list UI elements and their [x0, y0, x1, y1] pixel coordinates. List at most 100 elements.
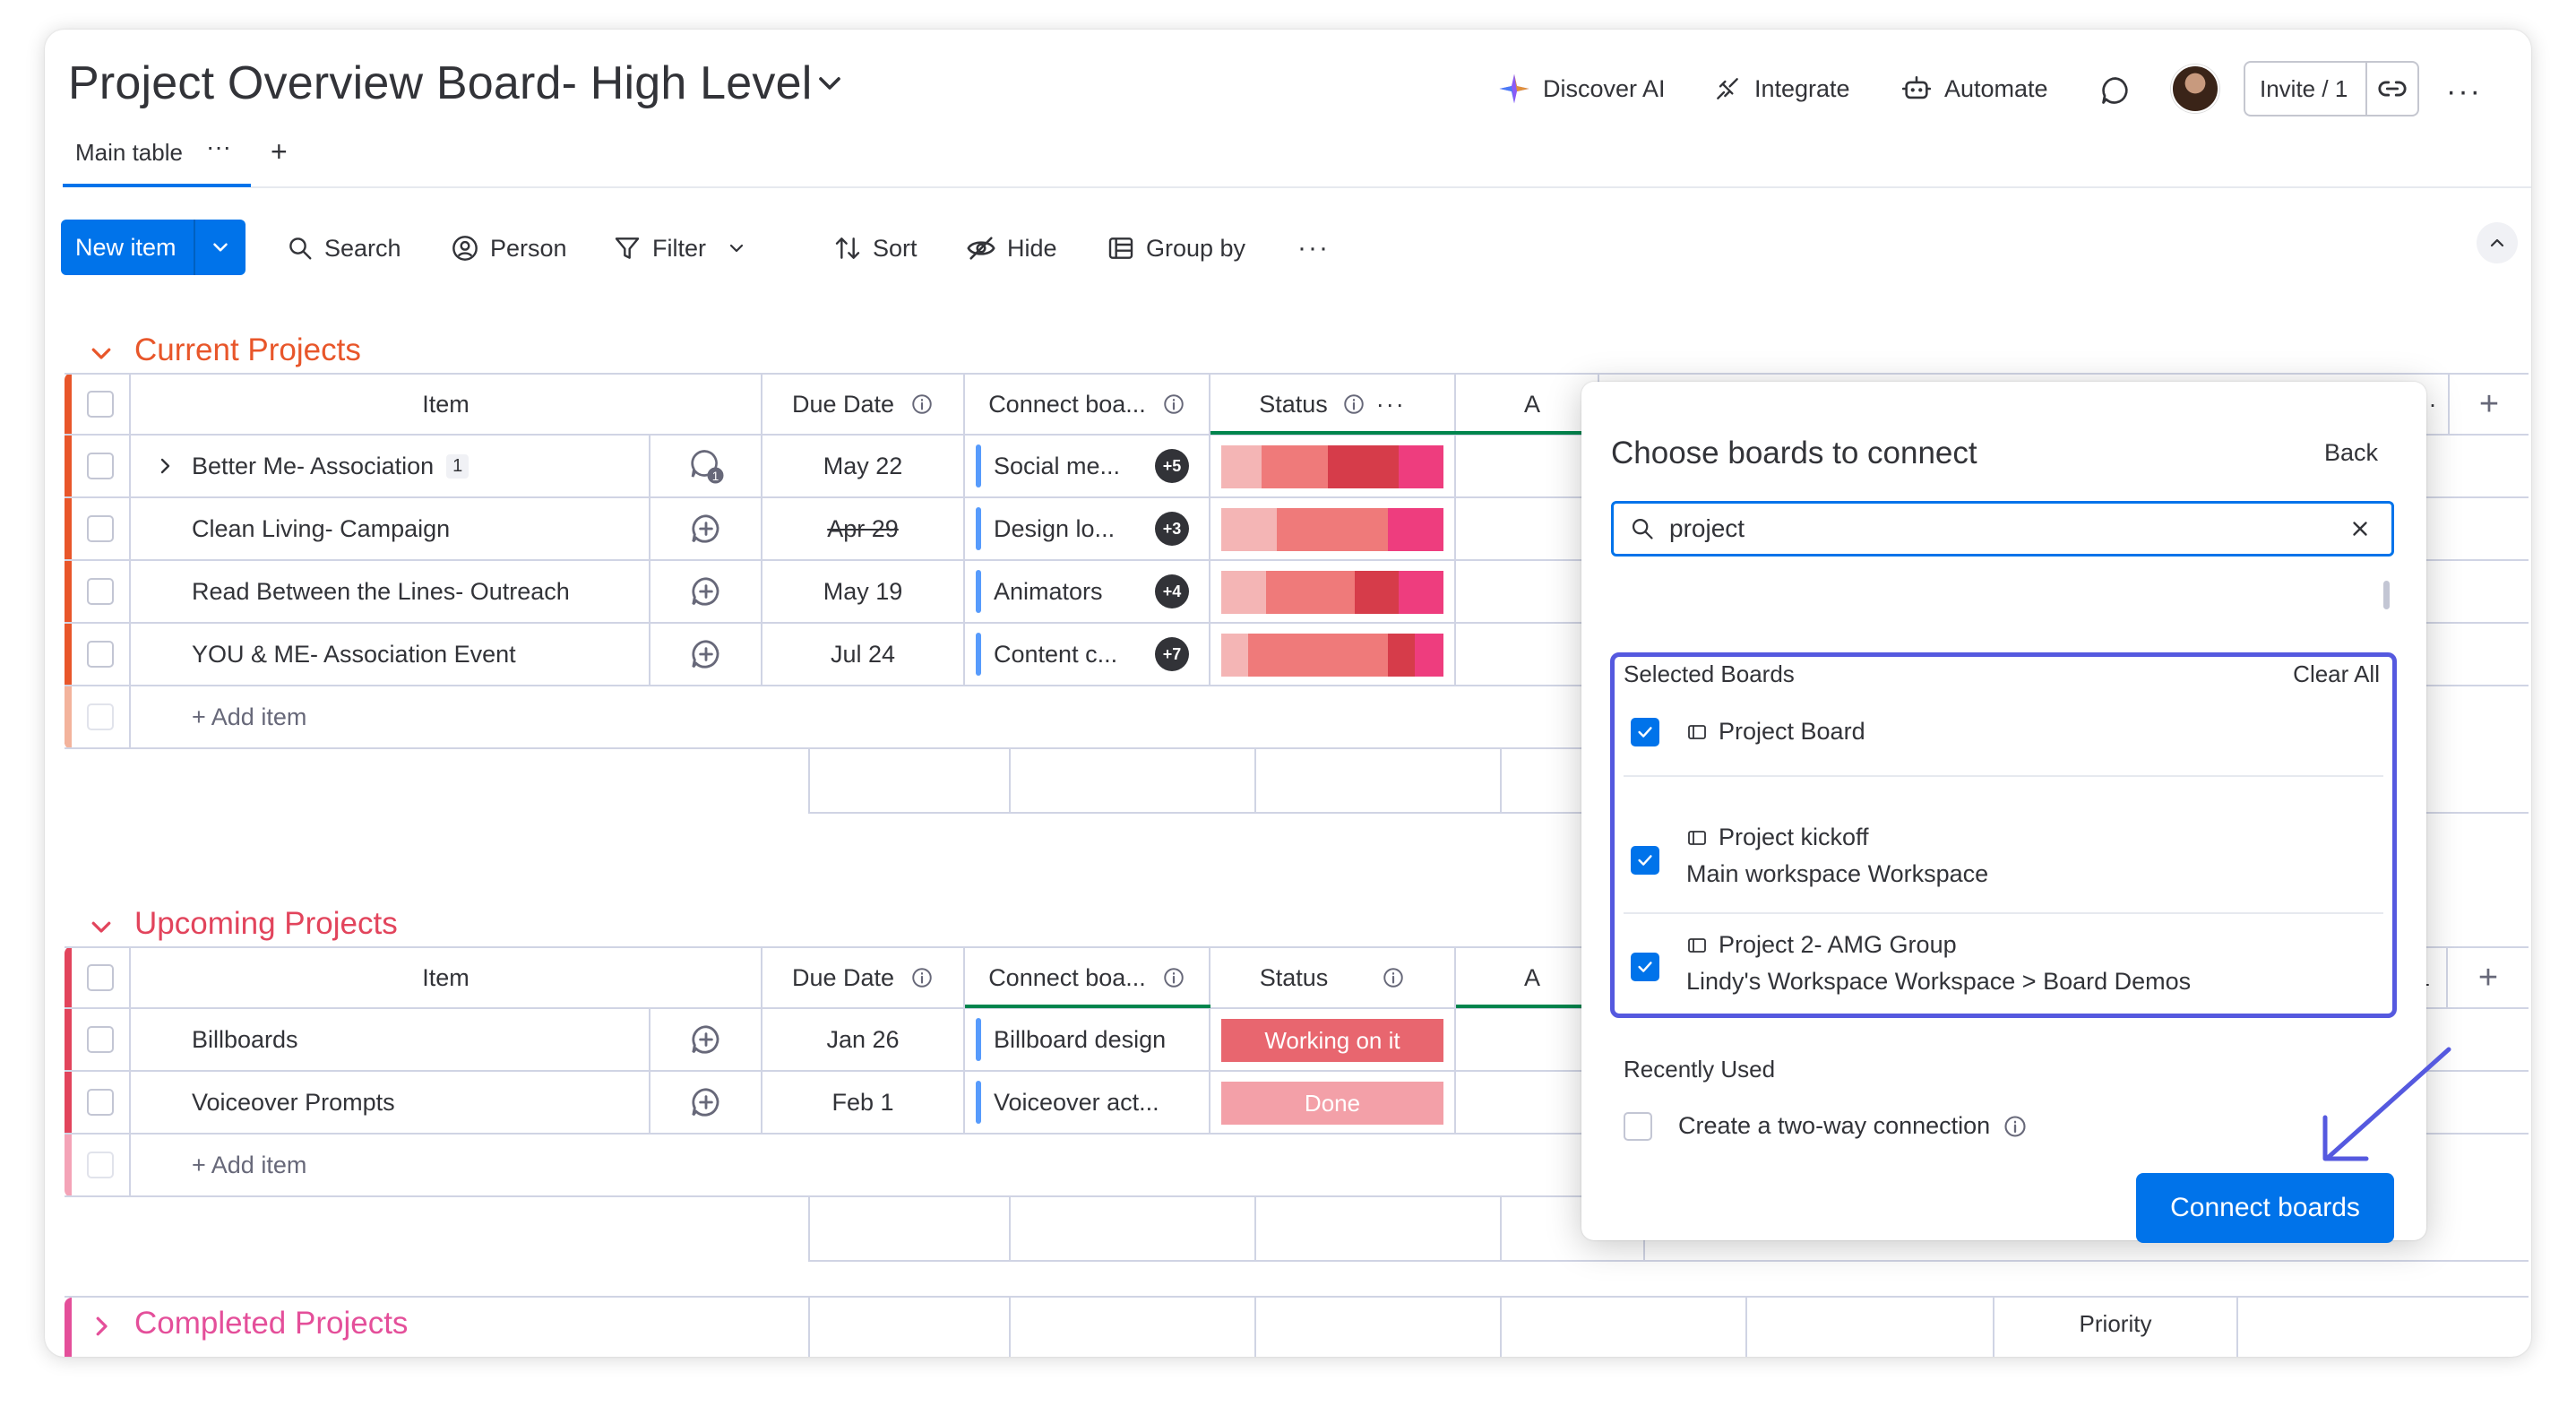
status-cell[interactable] [1210, 498, 1456, 559]
connect-cell[interactable]: Billboard design [965, 1009, 1210, 1070]
tab-options-icon[interactable]: ··· [206, 133, 231, 161]
info-icon[interactable] [1342, 393, 1366, 416]
group-expand-icon[interactable] [88, 1313, 115, 1340]
select-all-checkbox[interactable] [87, 964, 114, 991]
add-update-icon[interactable] [689, 512, 723, 546]
due-date-cell[interactable]: Feb 1 [762, 1072, 965, 1133]
collapse-header-button[interactable] [2477, 222, 2518, 263]
col-connect-header[interactable]: Connect boa... [965, 375, 1210, 434]
hide-button[interactable]: Hide [966, 229, 1057, 268]
item-cell[interactable]: Voiceover Prompts [131, 1072, 650, 1133]
add-column-icon[interactable]: + [2448, 375, 2529, 434]
subitem-count-badge[interactable]: 1 [446, 453, 470, 479]
connect-boards-button[interactable]: Connect boards [2136, 1173, 2394, 1243]
page-title[interactable]: Project Overview Board- High Level [68, 56, 812, 110]
connect-cell[interactable]: Animators +4 [965, 561, 1210, 622]
board-item[interactable]: Project Board [1686, 718, 1865, 746]
toolbar-more-icon[interactable]: ··· [1297, 229, 1330, 268]
two-way-checkbox[interactable] [1624, 1112, 1652, 1141]
group-collapse-icon[interactable] [88, 913, 115, 940]
clear-search-icon[interactable] [2348, 517, 2372, 540]
search-button[interactable]: Search [287, 229, 401, 268]
clear-all-button[interactable]: Clear All [2293, 660, 2380, 688]
status-cell[interactable]: Done [1210, 1072, 1456, 1133]
add-item-button[interactable]: + Add item [131, 1135, 1599, 1195]
status-cell[interactable]: Working on it [1210, 1009, 1456, 1070]
group-title-upcoming[interactable]: Upcoming Projects [134, 906, 398, 942]
invite-button[interactable]: Invite / 1 [2244, 61, 2419, 116]
more-connections-badge[interactable]: +3 [1155, 512, 1189, 546]
add-column-icon[interactable]: + [2448, 948, 2529, 1007]
due-date-cell[interactable]: Jul 24 [762, 624, 965, 685]
due-date-cell[interactable]: May 19 [762, 561, 965, 622]
new-item-dropdown[interactable] [195, 236, 246, 259]
avatar[interactable] [2171, 65, 2219, 113]
scrollbar[interactable] [2383, 581, 2390, 609]
info-icon[interactable] [910, 966, 934, 989]
conversation-count-icon[interactable]: 1 [687, 447, 725, 485]
person-filter-button[interactable]: Person [451, 229, 567, 268]
add-item-row[interactable]: + Add item [65, 1135, 1599, 1197]
board-search-input[interactable]: project [1611, 501, 2394, 557]
chevron-down-icon[interactable] [812, 65, 848, 101]
add-item-button[interactable]: + Add item [131, 686, 1599, 747]
automate-button[interactable]: Automate [1901, 71, 2048, 107]
connect-cell[interactable]: Social me... +5 [965, 436, 1210, 496]
more-connections-badge[interactable]: +4 [1155, 574, 1189, 608]
row-checkbox[interactable] [87, 641, 114, 668]
connect-cell[interactable]: Voiceover act... [965, 1072, 1210, 1133]
status-cell[interactable] [1210, 624, 1456, 685]
row-checkbox[interactable] [87, 1089, 114, 1116]
connect-cell[interactable]: Content c... +7 [965, 624, 1210, 685]
board-item[interactable]: Project 2- AMG Group [1686, 931, 1957, 959]
item-cell[interactable]: YOU & ME- Association Event [131, 624, 650, 685]
chevron-down-icon[interactable] [726, 237, 747, 259]
back-button[interactable]: Back [2324, 439, 2378, 467]
col-status-header[interactable]: Status ··· [1210, 375, 1456, 434]
info-icon[interactable] [2003, 1114, 2028, 1139]
updates-cell[interactable]: 1 [650, 436, 762, 496]
info-icon[interactable] [1382, 966, 1405, 989]
col-due-date-header[interactable]: Due Date [762, 948, 965, 1007]
due-date-cell[interactable]: May 22 [762, 436, 965, 496]
item-cell[interactable]: Read Between the Lines- Outreach [131, 561, 650, 622]
updates-cell[interactable] [650, 1072, 762, 1133]
board-checkbox[interactable] [1631, 718, 1659, 746]
add-view-icon[interactable]: + [271, 135, 288, 168]
group-title-current[interactable]: Current Projects [134, 332, 361, 368]
group-collapse-icon[interactable] [88, 340, 115, 367]
item-cell[interactable]: Billboards [131, 1009, 650, 1070]
updates-cell[interactable] [650, 498, 762, 559]
chevron-right-icon[interactable] [154, 455, 176, 477]
copy-link-button[interactable] [2367, 73, 2417, 104]
row-checkbox[interactable] [87, 515, 114, 542]
info-icon[interactable] [1162, 393, 1185, 416]
col-connect-header[interactable]: Connect boa... [965, 948, 1210, 1007]
board-checkbox[interactable] [1631, 846, 1659, 875]
group-by-button[interactable]: Group by [1107, 229, 1245, 268]
updates-cell[interactable] [650, 1009, 762, 1070]
info-icon[interactable] [1162, 966, 1185, 989]
integrate-button[interactable]: Integrate [1713, 71, 1850, 107]
item-cell[interactable]: Clean Living- Campaign [131, 498, 650, 559]
info-icon[interactable] [910, 393, 934, 416]
two-way-connection[interactable]: Create a two-way connection [1678, 1112, 2028, 1140]
due-date-cell[interactable]: Jan 26 [762, 1009, 965, 1070]
add-update-icon[interactable] [689, 1085, 723, 1119]
more-connections-badge[interactable]: +7 [1155, 637, 1189, 671]
col-status-header[interactable]: Status [1210, 948, 1456, 1007]
add-update-icon[interactable] [689, 574, 723, 608]
group-title-completed[interactable]: Completed Projects [134, 1306, 408, 1342]
column-menu-icon[interactable]: ··· [1376, 391, 1406, 418]
due-date-cell[interactable]: Apr 29 [762, 498, 965, 559]
filter-button[interactable]: Filter [613, 229, 747, 268]
row-checkbox[interactable] [87, 1026, 114, 1053]
updates-cell[interactable] [650, 561, 762, 622]
board-checkbox[interactable] [1631, 953, 1659, 981]
status-cell[interactable] [1210, 436, 1456, 496]
row-checkbox[interactable] [87, 578, 114, 605]
status-cell[interactable] [1210, 561, 1456, 622]
item-cell[interactable]: Better Me- Association 1 [131, 436, 650, 496]
tab-main-table[interactable]: Main table [75, 139, 183, 167]
chat-icon[interactable] [2099, 74, 2132, 107]
